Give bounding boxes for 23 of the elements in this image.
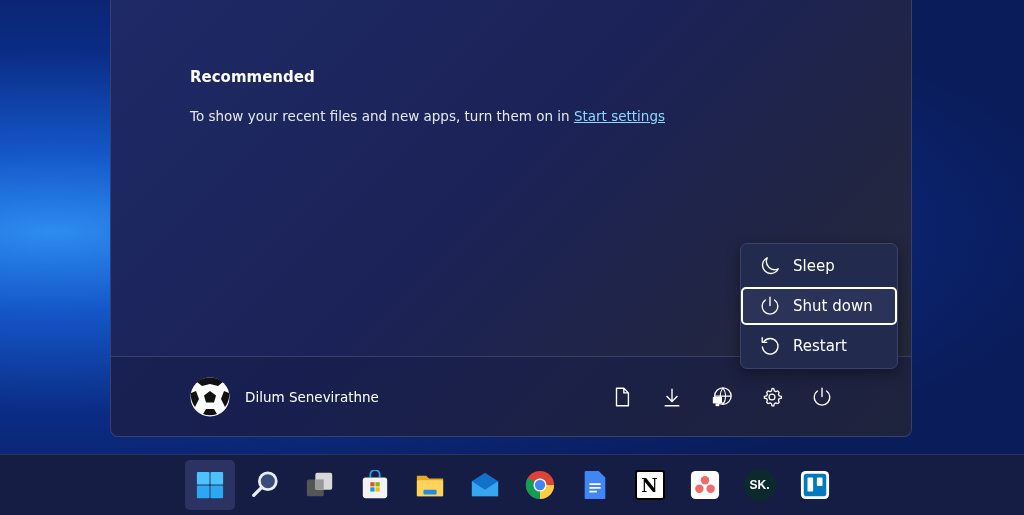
sk-logo: SK. xyxy=(743,469,776,502)
notion-logo: N xyxy=(634,470,665,501)
user-name[interactable]: Dilum Senevirathne xyxy=(245,388,379,405)
restart-icon xyxy=(759,335,781,357)
windows-logo-icon xyxy=(194,470,225,501)
board-app-icon xyxy=(799,470,830,501)
moon-icon xyxy=(759,255,781,277)
section-title: Recommended xyxy=(190,68,316,86)
globe-computer-icon[interactable] xyxy=(711,385,733,408)
three-dots-app-icon xyxy=(689,470,720,501)
recommended-message: To show your recent files and new apps, turn them on in Start settings xyxy=(190,108,666,124)
taskbar-button[interactable] xyxy=(184,460,235,511)
power-menu-item[interactable]: Sleep xyxy=(741,247,897,285)
power-icon xyxy=(759,295,781,317)
settings-icon[interactable] xyxy=(761,385,783,408)
soccer-ball-avatar-icon[interactable] xyxy=(190,376,230,417)
power-menu-item[interactable]: Restart xyxy=(741,327,897,365)
browser-logo-icon xyxy=(524,470,555,501)
power-menu-item[interactable]: Shut down xyxy=(741,287,897,325)
taskbar-button[interactable]: N xyxy=(624,460,675,511)
power-icon[interactable] xyxy=(811,385,833,408)
taskbar-button[interactable]: SK. xyxy=(734,460,785,511)
start-settings-link[interactable]: Start settings xyxy=(573,108,665,124)
